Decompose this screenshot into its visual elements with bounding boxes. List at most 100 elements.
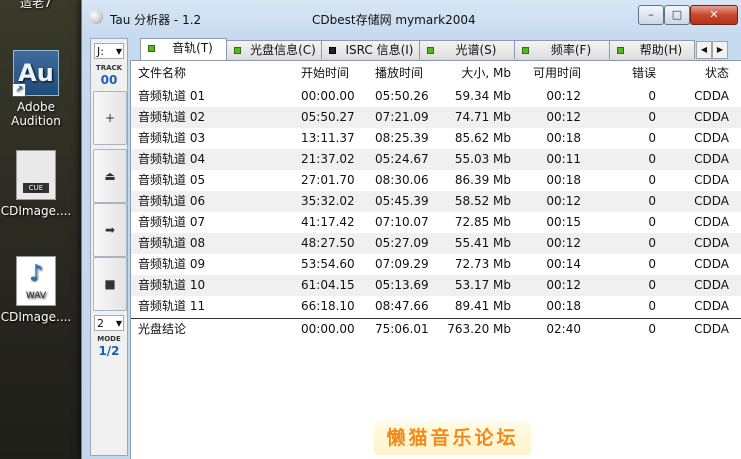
table-row[interactable]: 音频轨道 01 00:00.00 05:50.26 59.34 Mb 00:12 0 CDD… [131,86,741,107]
tab-tracks[interactable]: 音轨(T) [140,38,227,60]
tab-scroll-left-button[interactable]: ◀ [696,41,712,59]
table-cell: 53:54.60 [301,257,355,271]
tab-isrc-info[interactable]: ISRC 信息(I) [321,40,420,59]
table-cell: 05:50.27 [301,110,355,124]
table-cell: 0 [648,110,656,124]
stop-button[interactable]: ■ [93,257,127,311]
table-row[interactable]: 音频轨道 06 35:32.02 05:45.39 58.52 Mb 00:12 0 CDD… [131,191,741,212]
table-cell: 72.85 Mb [454,215,511,229]
table-cell: 0 [648,236,656,250]
table-cell: 75:06.01 [375,322,429,336]
tab-disc-info[interactable]: 光盘信息(C) [226,40,322,59]
table-cell: 74.71 Mb [454,110,511,124]
table-row[interactable]: 音频轨道 04 21:37.02 05:24.67 55.03 Mb 00:11 0 CDD… [131,149,741,170]
adobe-audition-icon: Au ↗ [12,50,59,97]
add-button[interactable]: + [93,91,127,145]
desktop-icon-adobe-audition[interactable]: Au ↗ Adobe Audition [0,50,75,128]
table-cell: 13:11.37 [301,131,355,145]
table-cell: 音频轨道 06 [138,194,206,208]
tab-label: 光盘信息(C) [250,43,316,57]
table-cell: 55.41 Mb [454,236,511,250]
table-row[interactable]: 音频轨道 10 61:04.15 05:13.69 53.17 Mb 00:12 0 CDD… [131,275,741,296]
mode-value: 1/2 [98,344,120,358]
table-cell: 00:18 [546,131,581,145]
table-cell: 音频轨道 01 [138,89,206,103]
table-cell: 53.17 Mb [454,278,511,292]
table-cell: 08:30.06 [375,173,429,187]
tab-label: 光谱(S) [455,43,497,57]
shortcut-arrow-icon: ↗ [12,83,26,97]
tau-analyzer-window: Tau 分析器 - 1.2 CDbest存储网 mymark2004 – □ ✕… [81,0,741,459]
table-cell: 00:12 [546,278,581,292]
table-cell: 0 [648,215,656,229]
maximize-button[interactable]: □ [664,5,690,25]
table-cell: CDDA [694,299,729,313]
cue-tag: CUE [23,183,49,193]
table-cell: 72.73 Mb [454,257,511,271]
desktop-icon-cue[interactable]: CUE CDImage.... [0,150,75,218]
table-cell: CDDA [694,278,729,292]
eject-button[interactable]: ⏏ [93,149,127,203]
tab-frequency[interactable]: 频率(F) [514,40,610,59]
desktop-icon-wav[interactable]: ♪ WAV CDImage.... [0,256,75,324]
left-control-panel: J: ▼ TRACK 00 + ⏏ ➡ ■ 2 ▼ MODE 1/2 [90,38,128,456]
table-cell: 55.03 Mb [454,152,511,166]
table-cell: 05:13.69 [375,278,429,292]
track-table: 文件名称 开始时间 播放时间 大小, Mb 可用时间 错误 状态 音频轨道 01… [130,60,741,459]
table-cell: CDDA [694,236,729,250]
table-row[interactable]: 音频轨道 08 48:27.50 05:27.09 55.41 Mb 00:12 0 CDD… [131,233,741,254]
table-cell: 05:27.09 [375,236,429,250]
tab-scroll-right-button[interactable]: ▶ [712,41,728,59]
close-button[interactable]: ✕ [690,5,738,25]
table-cell: 86.39 Mb [454,173,511,187]
table-cell: 00:00.00 [301,89,355,103]
table-row[interactable]: 音频轨道 11 66:18.10 08:47.66 89.41 Mb 00:18 0 CDD… [131,296,741,317]
table-total-row[interactable]: 光盘结论 00:00.00 75:06.01 763.20 Mb 02:40 0 CDDA [131,318,741,340]
title-bar[interactable]: Tau 分析器 - 1.2 CDbest存储网 mymark2004 – □ ✕ [82,0,741,34]
column-header[interactable]: 播放时间 [375,61,423,85]
table-cell: 0 [648,89,656,103]
minimize-button[interactable]: – [638,5,664,25]
cue-file-icon: CUE [16,150,56,200]
table-cell: 音频轨道 09 [138,257,206,271]
table-cell: 85.62 Mb [454,131,511,145]
go-button[interactable]: ➡ [93,203,127,257]
track-label: TRACK [95,64,123,72]
table-cell: 00:00.00 [301,322,355,336]
column-header[interactable]: 文件名称 [138,61,186,85]
desktop-label: 造老7 [20,0,52,10]
tab-label: 音轨(T) [172,41,213,55]
table-row[interactable]: 音频轨道 02 05:50.27 07:21.09 74.71 Mb 00:12 0 CDD… [131,107,741,128]
table-cell: 00:12 [546,194,581,208]
column-header[interactable]: 大小, Mb [461,61,511,85]
table-row[interactable]: 音频轨道 09 53:54.60 07:09.29 72.73 Mb 00:14 0 CDD… [131,254,741,275]
app-icon[interactable] [89,10,103,24]
column-header[interactable]: 错误 [632,61,656,85]
eject-icon: ⏏ [104,169,116,183]
table-cell: 27:01.70 [301,173,355,187]
tab-spectrum[interactable]: 光谱(S) [419,40,515,59]
table-cell: 音频轨道 04 [138,152,206,166]
table-row[interactable]: 音频轨道 03 13:11.37 08:25.39 85.62 Mb 00:18 0 CDD… [131,128,741,149]
table-row[interactable]: 音频轨道 05 27:01.70 08:30.06 86.39 Mb 00:18 0 CDD… [131,170,741,191]
column-header[interactable]: 开始时间 [301,61,349,85]
table-cell: 48:27.50 [301,236,355,250]
table-cell: 02:40 [546,322,581,336]
column-header[interactable]: 状态 [705,61,729,85]
table-cell: 00:12 [546,236,581,250]
led-indicator-icon [329,47,336,54]
table-cell: 59.34 Mb [454,89,511,103]
table-row[interactable]: 音频轨道 07 41:17.42 07:10.07 72.85 Mb 00:15 0 CDD… [131,212,741,233]
table-cell: 89.41 Mb [454,299,511,313]
table-cell: 35:32.02 [301,194,355,208]
tab-help[interactable]: 帮助(H) [609,40,695,59]
table-cell: 66:18.10 [301,299,355,313]
table-cell: CDDA [694,110,729,124]
mode-select[interactable]: 2 ▼ [94,315,124,331]
column-header[interactable]: 可用时间 [533,61,581,85]
wav-file-icon: ♪ WAV [16,256,56,306]
table-cell: 0 [648,173,656,187]
table-cell: 07:10.07 [375,215,429,229]
table-cell: 00:14 [546,257,581,271]
drive-select[interactable]: J: ▼ [94,43,124,59]
